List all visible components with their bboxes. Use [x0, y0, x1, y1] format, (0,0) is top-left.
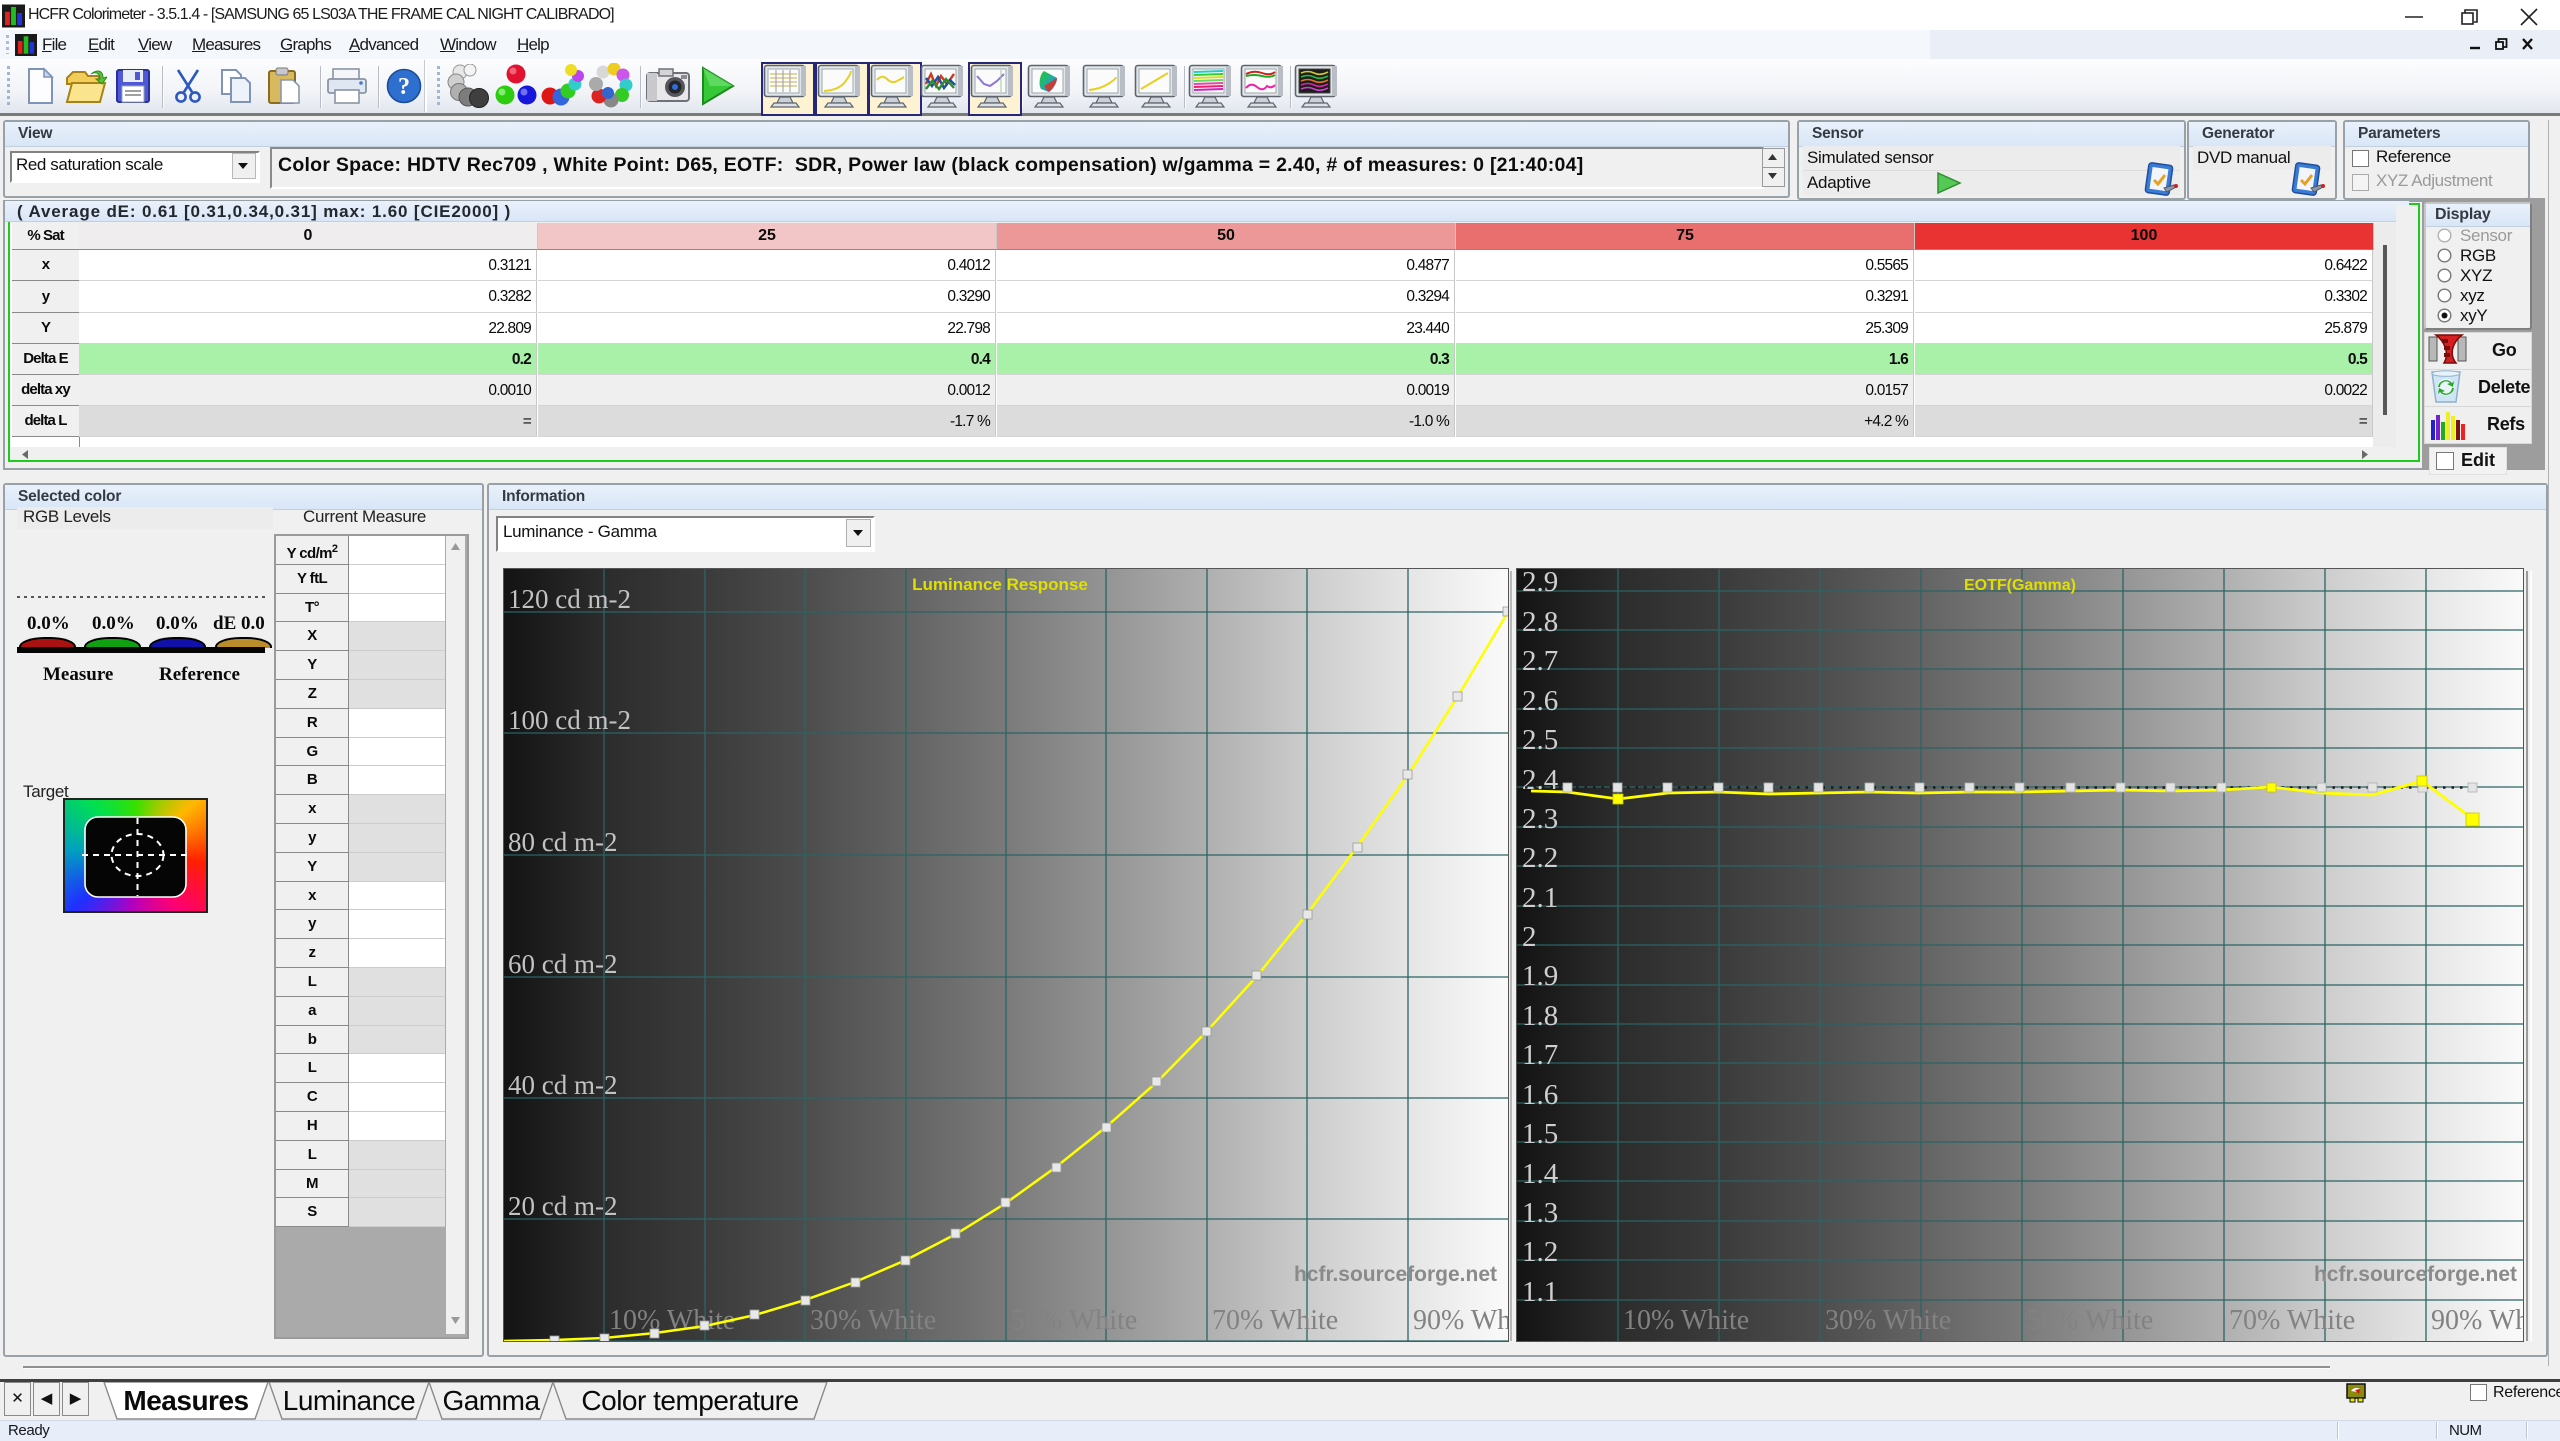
svg-text:Luminance: Luminance — [283, 1385, 415, 1416]
svg-text:2.5: 2.5 — [1522, 724, 1558, 756]
svg-text:70% White: 70% White — [2229, 1305, 2355, 1336]
svg-text:hcfr.sourceforge.net: hcfr.sourceforge.net — [2314, 1263, 2517, 1286]
svg-text:1.1: 1.1 — [1522, 1276, 1558, 1308]
svg-text:2.6: 2.6 — [1522, 685, 1558, 717]
svg-text:80 cd m-2: 80 cd m-2 — [508, 827, 617, 857]
svg-text:90% White: 90% White — [1413, 1305, 1508, 1336]
svg-text:1.5: 1.5 — [1522, 1118, 1558, 1150]
svg-text:Measures: Measures — [123, 1385, 248, 1416]
svg-text:2: 2 — [1522, 921, 1537, 953]
svg-text:1.8: 1.8 — [1522, 1000, 1558, 1032]
svg-text:2.9: 2.9 — [1522, 569, 1558, 598]
svg-text:20 cd m-2: 20 cd m-2 — [508, 1191, 617, 1221]
svg-text:90% White: 90% White — [2431, 1305, 2523, 1336]
svg-text:30% White: 30% White — [810, 1305, 936, 1336]
svg-text:1.6: 1.6 — [1522, 1079, 1558, 1111]
svg-text:120 cd m-2: 120 cd m-2 — [508, 584, 631, 614]
svg-text:2.3: 2.3 — [1522, 803, 1558, 835]
svg-text:EOTF(Gamma): EOTF(Gamma) — [1964, 577, 2076, 594]
svg-text:2.7: 2.7 — [1522, 645, 1558, 677]
svg-text:2.2: 2.2 — [1522, 842, 1558, 874]
svg-text:10% White: 10% White — [1623, 1305, 1749, 1336]
svg-text:2.8: 2.8 — [1522, 606, 1558, 638]
svg-text:Color temperature: Color temperature — [581, 1385, 798, 1416]
svg-text:70% White: 70% White — [1212, 1305, 1338, 1336]
svg-text:50% White: 50% White — [1011, 1305, 1137, 1336]
svg-text:100 cd m-2: 100 cd m-2 — [508, 705, 631, 735]
svg-text:2.1: 2.1 — [1522, 882, 1558, 914]
svg-text:1.9: 1.9 — [1522, 960, 1558, 992]
svg-text:Luminance Response: Luminance Response — [912, 575, 1088, 594]
svg-text:1.7: 1.7 — [1522, 1039, 1558, 1071]
svg-text:1.4: 1.4 — [1522, 1158, 1559, 1190]
svg-text:40 cd m-2: 40 cd m-2 — [508, 1070, 617, 1100]
svg-text:?: ? — [398, 74, 410, 100]
svg-text:1.3: 1.3 — [1522, 1197, 1558, 1229]
svg-text:30% White: 30% White — [1825, 1305, 1951, 1336]
svg-text:Gamma: Gamma — [442, 1385, 540, 1416]
svg-text:hcfr.sourceforge.net: hcfr.sourceforge.net — [1294, 1263, 1497, 1286]
svg-text:60 cd m-2: 60 cd m-2 — [508, 949, 617, 979]
svg-text:50% White: 50% White — [2027, 1305, 2153, 1336]
svg-text:1.2: 1.2 — [1522, 1236, 1558, 1268]
